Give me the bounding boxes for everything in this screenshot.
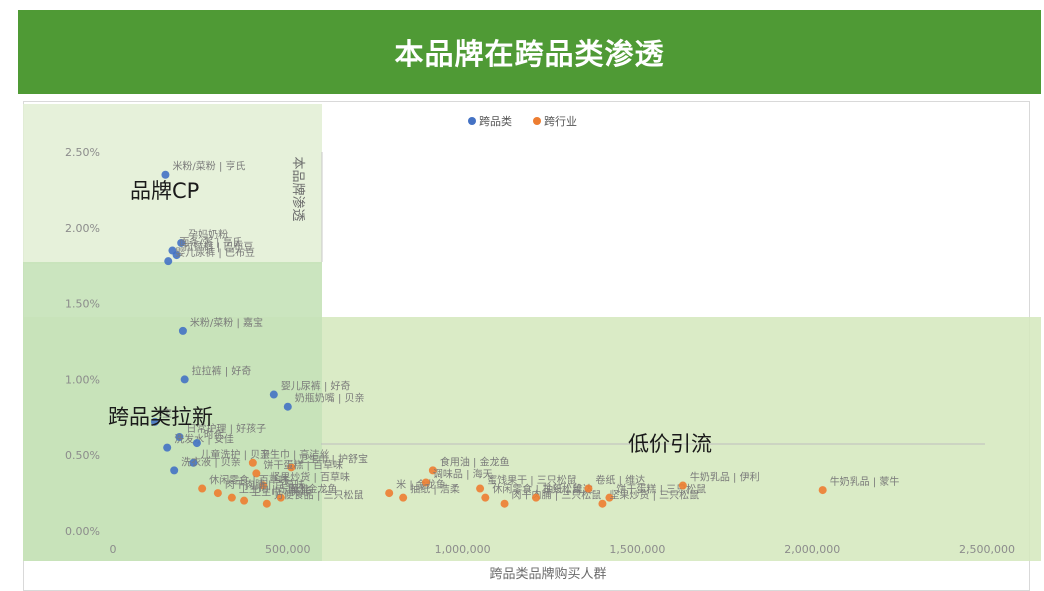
y-tick-label: 1.50% bbox=[65, 298, 100, 311]
x-tick-label: 500,000 bbox=[265, 543, 311, 556]
point-cross-category bbox=[161, 170, 170, 179]
point-label: 婴儿尿裤 | 巴布豆 bbox=[175, 246, 255, 259]
point-cross-industry bbox=[248, 458, 257, 467]
point-cross-industry bbox=[532, 493, 541, 502]
point-label: 拉拉裤 | 好奇 bbox=[192, 364, 252, 377]
point-cross-industry bbox=[213, 489, 222, 498]
legend-label-cross-category: 跨品类 bbox=[479, 114, 512, 128]
legend-label-cross-industry: 跨行业 bbox=[544, 115, 577, 128]
point-label: 米粉/菜粉 | 嘉宝 bbox=[190, 316, 263, 329]
y-tick-label: 0.00% bbox=[65, 525, 100, 538]
point-cross-industry bbox=[227, 493, 236, 502]
point-label: 坚果炒货 | 三只松鼠 bbox=[609, 489, 699, 502]
zone-label: 低价引流 bbox=[628, 432, 712, 456]
point-cross-industry bbox=[262, 499, 271, 508]
point-cross-industry bbox=[678, 481, 687, 490]
y-tick-label: 2.50% bbox=[65, 146, 100, 159]
zone-label: 品牌CP bbox=[130, 179, 199, 203]
point-cross-industry bbox=[818, 486, 827, 495]
point-cross-industry bbox=[240, 496, 249, 505]
x-tick-label: 0 bbox=[110, 543, 117, 556]
point-cross-category bbox=[192, 439, 201, 448]
point-cross-industry bbox=[598, 499, 607, 508]
legend-marker-cross-category bbox=[468, 117, 476, 125]
point-cross-industry bbox=[198, 484, 207, 493]
x-tick-label: 1,000,000 bbox=[435, 543, 491, 556]
x-tick-label: 2,500,000 bbox=[959, 543, 1015, 556]
point-cross-category bbox=[283, 402, 292, 411]
point-cross-industry bbox=[399, 493, 408, 502]
x-tick-label: 1,500,000 bbox=[609, 543, 665, 556]
point-label: 米粉/菜粉 | 亨氏 bbox=[172, 160, 245, 173]
point-cross-category bbox=[180, 375, 189, 384]
point-label: 牛奶乳品 | 伊利 bbox=[690, 471, 760, 484]
legend-marker-cross-industry bbox=[533, 117, 541, 125]
zone-label: 跨品类拉新 bbox=[108, 405, 213, 429]
point-label: 时代 bbox=[204, 429, 224, 441]
x-axis-label: 跨品类品牌购买人群 bbox=[489, 566, 606, 582]
point-cross-category bbox=[164, 257, 173, 266]
point-cross-category bbox=[163, 443, 172, 452]
point-label: 抽纸 | 洁柔 bbox=[410, 483, 460, 496]
point-label: 洗衣液 | 贝亲 bbox=[181, 455, 241, 468]
point-cross-industry bbox=[500, 499, 509, 508]
point-label: 食用油 | 金龙鱼 bbox=[440, 455, 510, 468]
y-axis-label: 本品牌渗透 bbox=[290, 156, 306, 221]
point-cross-category bbox=[170, 466, 179, 475]
point-cross-category bbox=[178, 326, 187, 335]
point-label: 饼干蛋糕 | 百草味 bbox=[263, 458, 343, 471]
point-cross-industry bbox=[476, 484, 485, 493]
y-tick-label: 1.00% bbox=[65, 373, 100, 386]
y-tick-label: 2.00% bbox=[65, 222, 100, 235]
x-tick-label: 2,000,000 bbox=[784, 543, 840, 556]
point-label: 婴儿尿裤 | 好奇 bbox=[281, 380, 351, 393]
scatter-chart: 0.00% 0.50% 1.00% 1.50% 2.00% 2.50% 0 500,000 1,… bbox=[23, 104, 1041, 582]
y-tick-label: 0.50% bbox=[65, 449, 100, 462]
point-cross-industry bbox=[584, 484, 593, 493]
point-cross-industry bbox=[481, 493, 490, 502]
point-label: 方便食品 | 三只松鼠 bbox=[274, 489, 364, 502]
point-label: 奶瓶奶嘴 | 贝亲 bbox=[295, 392, 365, 405]
point-label: 牛奶乳品 | 蒙牛 bbox=[830, 475, 900, 488]
point-label: 调味品 | 海天 bbox=[433, 467, 493, 480]
point-cross-industry bbox=[385, 489, 394, 498]
point-cross-category bbox=[269, 390, 278, 399]
